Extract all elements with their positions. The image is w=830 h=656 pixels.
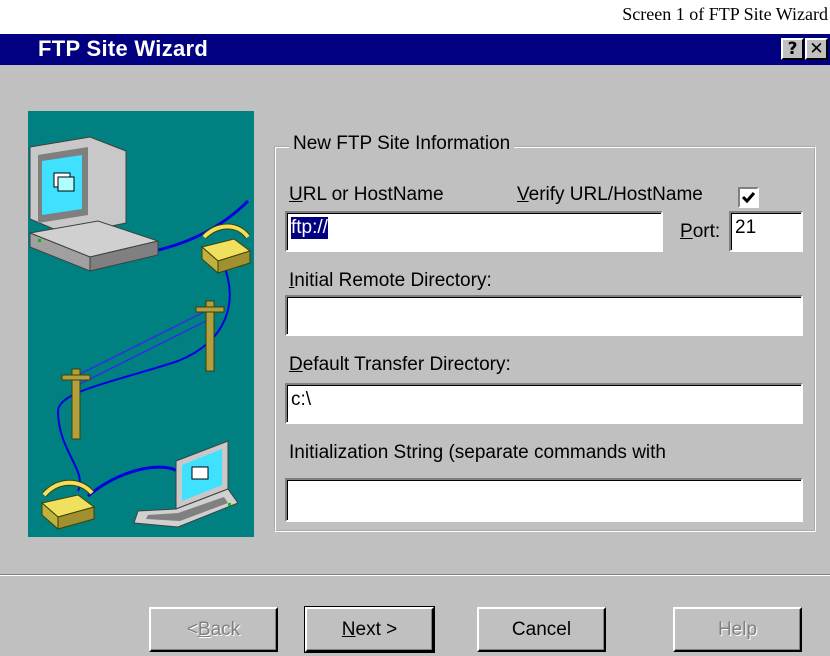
next-button[interactable]: Next > <box>304 606 435 653</box>
computer-icon <box>28 136 160 272</box>
transfer-dir-label: Default Transfer Directory: <box>289 354 511 375</box>
init-string-label: Initialization String (separate commands… <box>289 442 667 463</box>
remote-dir-label: Initial Remote Directory: <box>289 270 492 291</box>
url-value: ftp:// <box>291 217 328 239</box>
wizard-illustration <box>28 111 254 537</box>
laptop-icon <box>133 440 239 528</box>
button-separator <box>0 574 830 576</box>
remote-dir-input[interactable] <box>285 295 803 336</box>
telephone-icon <box>200 223 252 275</box>
cancel-button[interactable]: Cancel <box>477 607 606 652</box>
close-icon[interactable]: ✕ <box>805 38 828 60</box>
group-legend: New FTP Site Information <box>289 133 515 155</box>
help-button[interactable]: Help <box>673 607 802 652</box>
checkmark-icon <box>741 192 756 204</box>
screen-caption: Screen 1 of FTP Site Wizard <box>622 4 828 24</box>
port-label: Port: <box>680 221 721 242</box>
init-string-input[interactable] <box>285 478 803 522</box>
port-input[interactable]: 21 <box>729 211 803 252</box>
back-button[interactable]: < Back <box>149 607 278 652</box>
port-value: 21 <box>735 217 757 238</box>
telephone-pole-icon <box>61 300 225 440</box>
url-input[interactable]: ftp:// <box>285 211 663 252</box>
help-icon[interactable]: ? <box>781 38 804 60</box>
telephone-icon <box>40 479 96 531</box>
verify-label: Verify URL/HostName <box>517 184 703 205</box>
verify-checkbox[interactable] <box>738 187 759 208</box>
transfer-dir-input[interactable]: c:\ <box>285 383 803 424</box>
transfer-dir-value: c:\ <box>291 389 312 410</box>
url-label: URL or HostName <box>289 184 444 205</box>
title-bar[interactable]: FTP Site Wizard ? ✕ <box>0 34 830 65</box>
ftp-site-wizard-dialog: FTP Site Wizard ? ✕ New FTP Site Informa… <box>0 34 830 656</box>
window-title: FTP Site Wizard <box>38 36 209 61</box>
